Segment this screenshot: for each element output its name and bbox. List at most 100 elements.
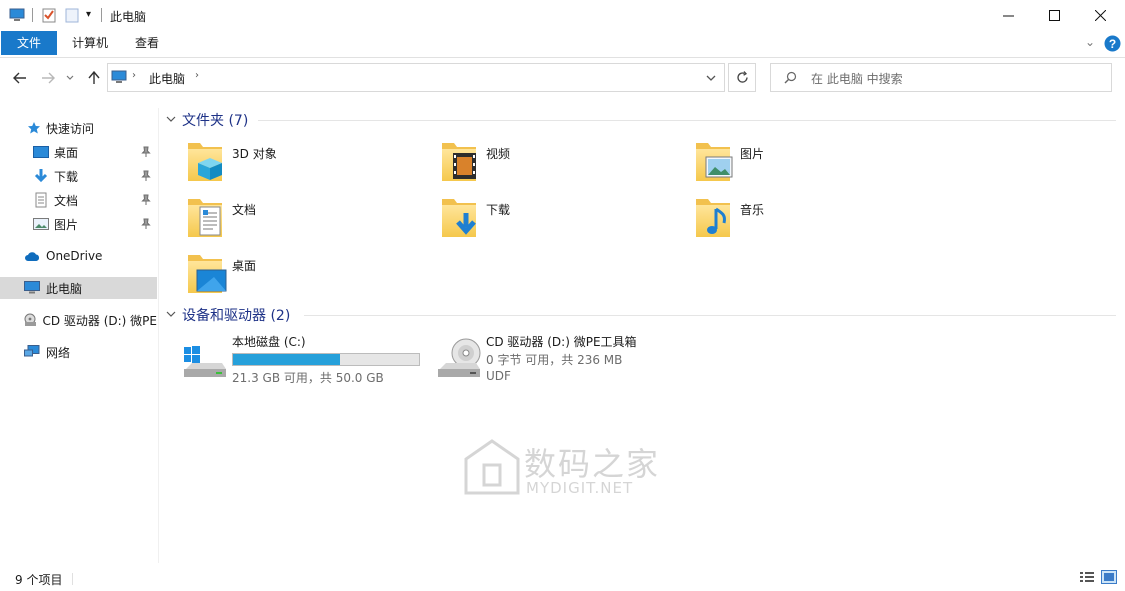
cd-drive-icon <box>438 338 481 377</box>
large-icons-view-icon[interactable] <box>1101 570 1117 584</box>
details-view-icon[interactable] <box>1079 571 1095 584</box>
sidebar-item-onedrive[interactable]: OneDrive <box>0 245 157 267</box>
music-folder-icon <box>696 199 730 237</box>
folder-3d-objects[interactable]: 3D 对象 <box>186 139 436 191</box>
window-title: 此电脑 <box>110 10 147 24</box>
search-box[interactable]: 在 此电脑 中搜索 <box>770 63 1112 92</box>
pin-icon[interactable] <box>141 218 151 230</box>
breadcrumb-this-pc[interactable]: 此电脑 <box>149 70 185 87</box>
pin-icon[interactable] <box>141 146 151 158</box>
arrow-left-icon <box>13 72 26 84</box>
maximize-button[interactable] <box>1031 0 1077 31</box>
pin-icon[interactable] <box>141 170 151 182</box>
folder-label: 音乐 <box>740 203 765 217</box>
drive-detail: 21.3 GB 可用，共 50.0 GB <box>232 371 384 385</box>
sidebar-item-label: 下载 <box>54 169 79 184</box>
drive-name: CD 驱动器 (D:) 微PE工具箱 <box>486 335 637 349</box>
svg-text:?: ? <box>1109 37 1116 51</box>
minimize-button[interactable] <box>985 0 1031 31</box>
sidebar-item-cd-drive[interactable]: CD 驱动器 (D:) 微PE <box>0 309 157 331</box>
drive-d[interactable]: CD 驱动器 (D:) 微PE工具箱 0 字节 可用，共 236 MB UDF <box>436 333 686 385</box>
devices-group-header[interactable]: 设备和驱动器 (2) <box>166 305 290 325</box>
qat-dropdown-icon[interactable]: ▾ <box>86 9 91 20</box>
sidebar-item-quick-access[interactable]: 快速访问 <box>0 117 157 139</box>
pin-icon[interactable] <box>141 194 151 206</box>
folder-music[interactable]: 音乐 <box>694 195 944 247</box>
recent-locations-button[interactable] <box>63 66 77 90</box>
watermark-en: MYDIGIT.NET <box>526 479 634 497</box>
tab-view[interactable]: 查看 <box>122 31 172 55</box>
group-divider <box>304 315 1116 316</box>
folder-label: 下载 <box>486 203 511 217</box>
qat-separator <box>32 8 33 22</box>
sidebar-item-desktop[interactable]: 桌面 <box>0 141 157 163</box>
minimize-icon <box>1002 15 1014 17</box>
windows-drive-icon <box>184 346 226 377</box>
chevron-down-icon <box>166 116 176 122</box>
refresh-icon <box>736 71 748 83</box>
sidebar-item-label: 图片 <box>54 217 79 232</box>
folder-label: 视频 <box>486 147 511 161</box>
sidebar-item-downloads[interactable]: 下载 <box>0 165 157 187</box>
chevron-down-icon <box>166 311 176 317</box>
arrow-right-icon <box>42 72 55 84</box>
back-button[interactable] <box>10 66 30 90</box>
watermark: 数码之家 MYDIGIT.NET <box>462 437 658 500</box>
network-icon <box>24 345 40 357</box>
picture-icon <box>33 218 49 230</box>
drive-usage-fill <box>233 354 340 365</box>
close-icon <box>1094 10 1106 21</box>
tab-computer[interactable]: 计算机 <box>62 31 118 55</box>
drive-usage-bar <box>232 353 420 366</box>
breadcrumb-chevron-icon[interactable]: › <box>195 70 199 81</box>
group-divider <box>258 120 1116 121</box>
forward-button[interactable] <box>38 66 58 90</box>
document-icon <box>35 192 47 208</box>
status-item-count: 9 个项目 <box>15 573 63 587</box>
computer-icon <box>9 8 25 21</box>
folder-videos[interactable]: 视频 <box>440 139 690 191</box>
help-icon[interactable]: ? <box>1104 35 1121 52</box>
up-button[interactable] <box>84 66 104 90</box>
sidebar-item-label: 此电脑 <box>46 281 83 296</box>
sidebar-item-label: 网络 <box>46 345 71 360</box>
sidebar-item-label: OneDrive <box>46 249 103 263</box>
group-title: 文件夹 (7) <box>182 113 249 129</box>
drive-c[interactable]: 本地磁盘 (C:) 21.3 GB 可用，共 50.0 GB <box>182 333 432 385</box>
address-history-chevron-icon[interactable] <box>706 75 716 82</box>
download-icon <box>34 169 48 183</box>
desktop-icon <box>33 146 49 158</box>
folder-label: 文档 <box>232 203 257 217</box>
title-bar <box>0 0 1125 31</box>
folder-label: 图片 <box>740 147 765 161</box>
desktop-folder-icon <box>188 255 227 293</box>
sidebar-item-network[interactable]: 网络 <box>0 341 157 363</box>
search-placeholder: 在 此电脑 中搜索 <box>811 72 903 86</box>
drive-filesystem: UDF <box>486 369 511 383</box>
star-icon <box>28 122 40 134</box>
sidebar-item-documents[interactable]: 文档 <box>0 189 157 211</box>
address-bar[interactable]: › 此电脑 › <box>107 63 725 92</box>
sidebar-item-this-pc[interactable]: 此电脑 <box>0 277 157 299</box>
breadcrumb-separator-icon[interactable]: › <box>132 70 136 81</box>
folder-desktop[interactable]: 桌面 <box>186 251 436 303</box>
sidebar-item-label: 文档 <box>54 193 79 208</box>
documents-folder-icon <box>188 199 222 237</box>
folder-downloads[interactable]: 下载 <box>440 195 690 247</box>
properties-icon[interactable] <box>41 7 57 23</box>
drive-detail: 0 字节 可用，共 236 MB <box>486 353 623 367</box>
maximize-icon <box>1048 10 1060 21</box>
folder-documents[interactable]: 文档 <box>186 195 436 247</box>
ribbon-expand-icon[interactable]: ⌄ <box>1085 35 1095 49</box>
sidebar-item-label: CD 驱动器 (D:) 微PE <box>42 313 157 328</box>
folders-group-header[interactable]: 文件夹 (7) <box>166 110 248 130</box>
pictures-folder-icon <box>696 143 733 181</box>
sidebar-item-pictures[interactable]: 图片 <box>0 213 157 235</box>
folder-pictures[interactable]: 图片 <box>694 139 944 191</box>
new-folder-icon[interactable] <box>64 7 80 23</box>
chevron-down-icon <box>66 75 74 80</box>
tab-file[interactable]: 文件 <box>1 31 57 55</box>
cd-drive-icon <box>24 313 37 326</box>
close-button[interactable] <box>1077 0 1123 31</box>
refresh-button[interactable] <box>728 63 756 92</box>
